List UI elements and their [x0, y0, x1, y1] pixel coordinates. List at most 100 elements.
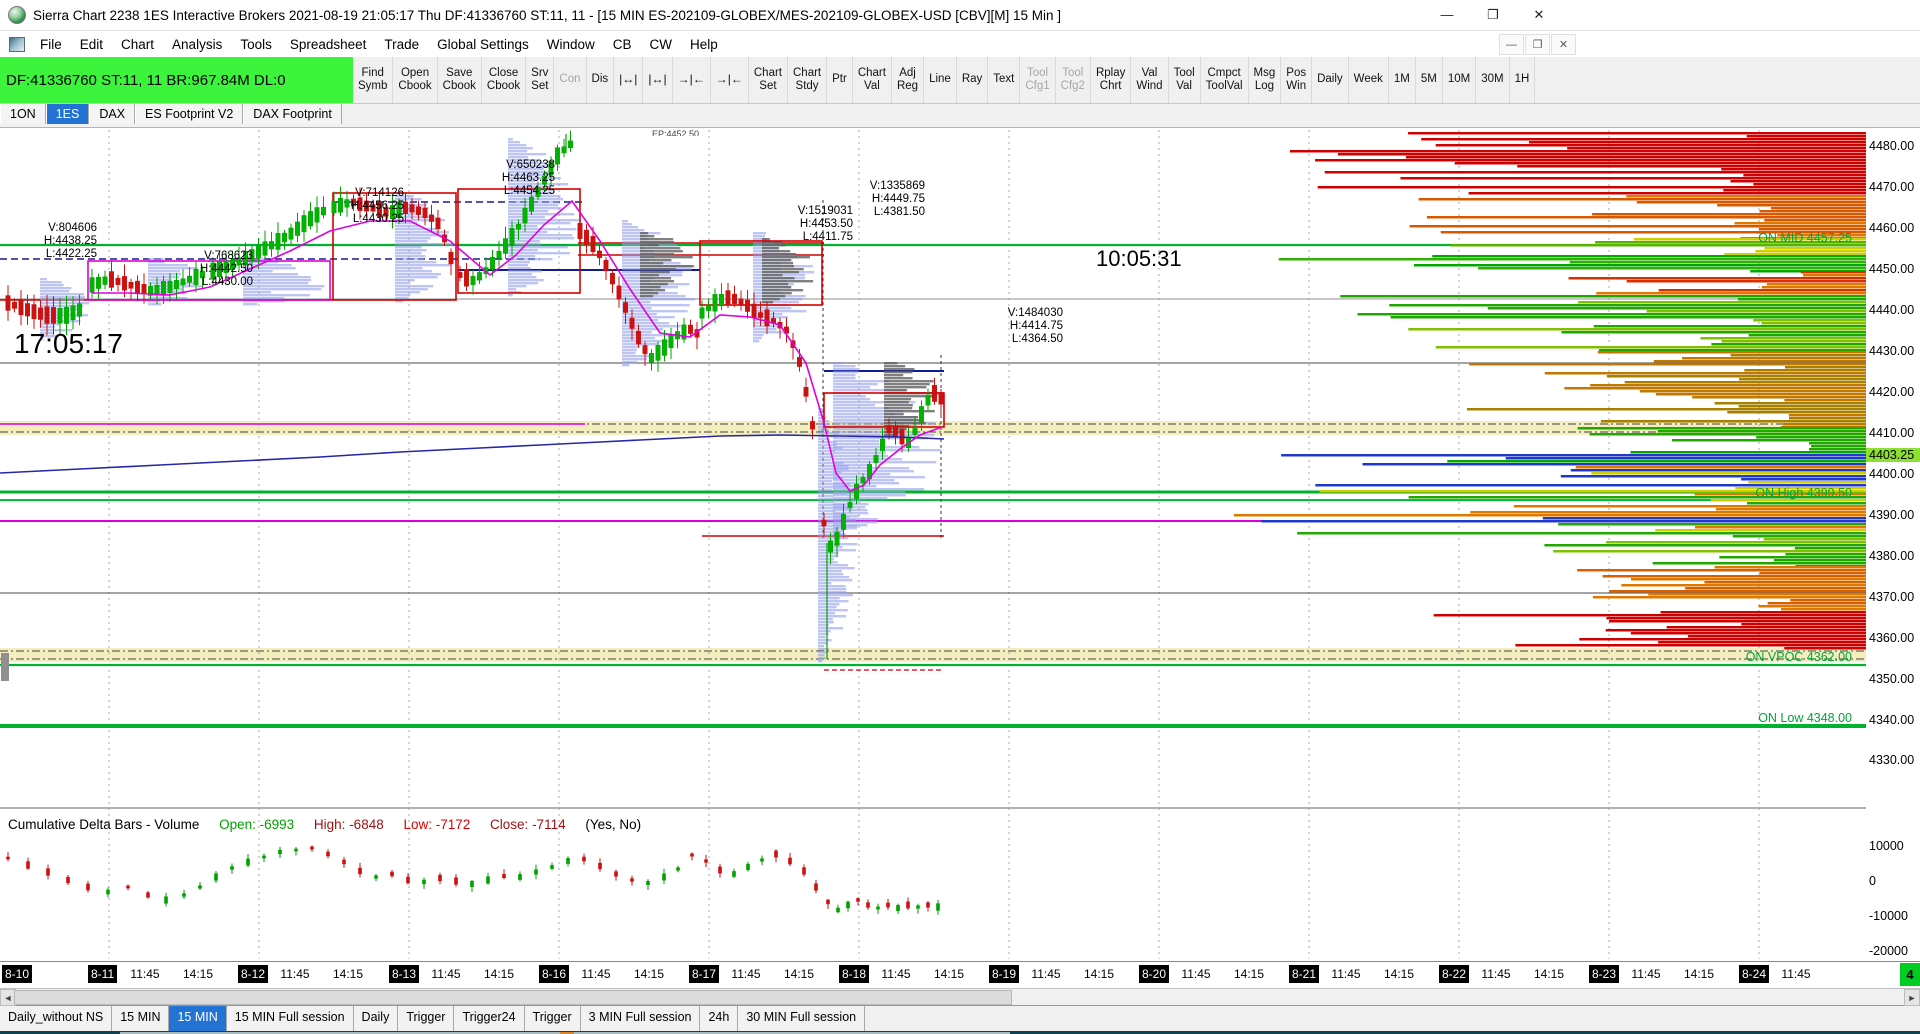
menubar: File Edit Chart Analysis Tools Spreadsheet Tra…: [0, 31, 1920, 57]
toolbar-button-text[interactable]: Text: [988, 57, 1021, 103]
session-clock-right: 10:05:31: [1096, 246, 1182, 271]
child-close-icon[interactable]: ✕: [1551, 34, 1576, 55]
toolbar-button-pos-win[interactable]: Pos Win: [1281, 57, 1313, 103]
menu-tools[interactable]: Tools: [231, 34, 281, 55]
time-axis-time: 11:45: [280, 967, 310, 981]
price-axis-label: 4480.00: [1869, 139, 1915, 153]
toolbar-button-con[interactable]: Con: [554, 57, 587, 103]
menu-edit[interactable]: Edit: [71, 34, 112, 55]
child-window-controls: — ❐ ✕: [1498, 34, 1576, 55]
toolbar-button-10m[interactable]: 10M: [1443, 57, 1477, 103]
toolbar-button-tool-val[interactable]: Tool Val: [1169, 57, 1201, 103]
chart-tab-1on[interactable]: 1ON: [0, 104, 46, 124]
toolbar-button-chart-set[interactable]: Chart Set: [749, 57, 788, 103]
delta-study-title: Cumulative Delta Bars - Volume Open: -69…: [8, 817, 657, 832]
session-clock-left: 17:05:17: [14, 328, 123, 359]
time-axis-time: 11:45: [1781, 967, 1811, 981]
time-axis-date: 8-16: [539, 965, 570, 983]
chart-area[interactable]: 4480.00 4470.00 4460.00 4450.00 4440.00 4430.…: [0, 128, 1920, 961]
menu-trade[interactable]: Trade: [375, 34, 428, 55]
chart-tab-dax-footprint[interactable]: DAX Footprint: [243, 104, 342, 124]
time-axis-date: 8-19: [989, 965, 1020, 983]
menu-file[interactable]: File: [31, 34, 71, 55]
chart-tab-es-footprint-v2[interactable]: ES Footprint V2: [135, 104, 244, 124]
toolbar-button-open-cbook[interactable]: Open Cbook: [393, 57, 438, 103]
time-axis-time: 14:15: [783, 967, 815, 981]
time-axis-time: 11:45: [881, 967, 911, 981]
chart-tab-dax[interactable]: DAX: [89, 104, 136, 124]
menu-global-settings[interactable]: Global Settings: [428, 34, 538, 55]
toolbar-button-cmpct-toolval[interactable]: Cmpct ToolVal: [1201, 57, 1249, 103]
minimize-button[interactable]: —: [1424, 0, 1470, 29]
toolbar-button-find-symb[interactable]: Find Symb: [353, 57, 394, 103]
toolbar-button-val-wind[interactable]: Val Wind: [1131, 57, 1169, 103]
menu-window[interactable]: Window: [538, 34, 604, 55]
scrollbar-thumb[interactable]: [14, 990, 1012, 1005]
menu-spreadsheet[interactable]: Spreadsheet: [281, 34, 376, 55]
maximize-button[interactable]: ❐: [1470, 0, 1516, 29]
scroll-right-arrow-icon[interactable]: ►: [1904, 989, 1920, 1006]
session-tab-daily-without-ns-0[interactable]: Daily_without NS: [0, 1006, 113, 1031]
chart-scrollbar[interactable]: ◄ ►: [0, 988, 1920, 1006]
time-axis-date: 8-11: [88, 965, 118, 983]
toolbar-button-tool-cfg2[interactable]: Tool Cfg2: [1056, 57, 1091, 103]
toolbar-button-1m[interactable]: 1M: [1389, 57, 1416, 103]
toolbar-button-1h[interactable]: 1H: [1510, 57, 1536, 103]
toolbar-button-save-cbook[interactable]: Save Cbook: [438, 57, 482, 103]
menu-cb[interactable]: CB: [604, 34, 641, 55]
price-axis-label: 4330.00: [1869, 753, 1915, 767]
session-tab-3-min-full-session-8[interactable]: 3 MIN Full session: [580, 1006, 701, 1031]
toolbar-button-line[interactable]: Line: [924, 57, 957, 103]
toolbar-button--[interactable]: |↔|: [643, 57, 673, 103]
child-minimize-icon[interactable]: —: [1499, 34, 1524, 55]
session-tab-trigger-5[interactable]: Trigger: [398, 1006, 455, 1031]
time-axis-time: 14:15: [633, 967, 665, 981]
toolbar-button-30m[interactable]: 30M: [1476, 57, 1510, 103]
toolbar-button-dis[interactable]: Dis: [587, 57, 615, 103]
menu-analysis[interactable]: Analysis: [163, 34, 231, 55]
session-tab-trigger24-6[interactable]: Trigger24: [454, 1006, 525, 1031]
menu-help[interactable]: Help: [681, 34, 727, 55]
session-tab-15-min-1[interactable]: 15 MIN: [112, 1006, 170, 1031]
toolbar-button--[interactable]: |↔|: [614, 57, 644, 103]
toolbar-button-adj-reg[interactable]: Adj Reg: [892, 57, 925, 103]
toolbar-button-rplay-chrt[interactable]: Rplay Chrt: [1091, 57, 1132, 103]
session-tab-24h-9[interactable]: 24h: [700, 1006, 739, 1031]
bar-vhl-label: V:1484030 H:4414.75 L:4364.50: [1007, 307, 1063, 345]
menu-cw[interactable]: CW: [641, 34, 682, 55]
price-axis-label: 4350.00: [1869, 672, 1915, 686]
time-axis[interactable]: 8-10 8-11 8-12 8-13 8-16 8-17 8-18 8-19 8-20 8-21…: [0, 961, 1920, 988]
session-tab-trigger-7[interactable]: Trigger: [524, 1006, 581, 1031]
child-restore-icon[interactable]: ❐: [1525, 34, 1550, 55]
toolbar-button--[interactable]: →|←: [711, 57, 749, 103]
overnight-label: ON Low 4348.00: [1758, 711, 1852, 725]
toolbar-button-chart-val[interactable]: Chart Val: [853, 57, 892, 103]
time-axis-time: 11:45: [731, 967, 761, 981]
toolbar-button-tool-cfg1[interactable]: Tool Cfg1: [1020, 57, 1056, 103]
time-axis-date: 8-20: [1139, 965, 1170, 983]
menu-items: File Edit Chart Analysis Tools Spreadsheet Tra…: [31, 34, 727, 55]
price-axis[interactable]: 4480.00 4470.00 4460.00 4450.00 4440.00 4430.…: [1866, 128, 1920, 961]
session-tab-daily-4[interactable]: Daily: [353, 1006, 399, 1031]
toolbar-button-week[interactable]: Week: [1349, 57, 1389, 103]
session-tab-30-min-full-session-10[interactable]: 30 MIN Full session: [738, 1006, 866, 1031]
toolbar-button-chart-stdy[interactable]: Chart Stdy: [788, 57, 828, 103]
menu-chart[interactable]: Chart: [112, 34, 163, 55]
toolbar-button--[interactable]: →|←: [673, 57, 711, 103]
toolbar-button-5m[interactable]: 5M: [1416, 57, 1443, 103]
price-chart-canvas[interactable]: [0, 128, 1866, 961]
close-button[interactable]: ✕: [1516, 0, 1562, 29]
session-tab-15-min-full-session-3[interactable]: 15 MIN Full session: [226, 1006, 354, 1031]
toolbar-button-close-cbook[interactable]: Close Cbook: [482, 57, 527, 103]
toolbar-button-srv-set[interactable]: Srv Set: [526, 57, 555, 103]
time-axis-date: 8-24: [1739, 965, 1770, 983]
toolbar-button-msg-log[interactable]: Msg Log: [1249, 57, 1282, 103]
chart-linking-tabs: Daily_without NS 15 MIN 15 MIN 15 MIN Full …: [0, 1005, 1920, 1031]
toolbar-button-ray[interactable]: Ray: [957, 57, 989, 103]
toolbar-button-ptr[interactable]: Ptr: [827, 57, 853, 103]
chart-tab-1es[interactable]: 1ES: [45, 104, 90, 124]
price-axis-label: 4340.00: [1869, 713, 1915, 727]
toolbar-button-daily[interactable]: Daily: [1312, 57, 1349, 103]
session-tab-15-min-2[interactable]: 15 MIN: [169, 1006, 227, 1031]
time-axis-time: 11:45: [431, 967, 461, 981]
